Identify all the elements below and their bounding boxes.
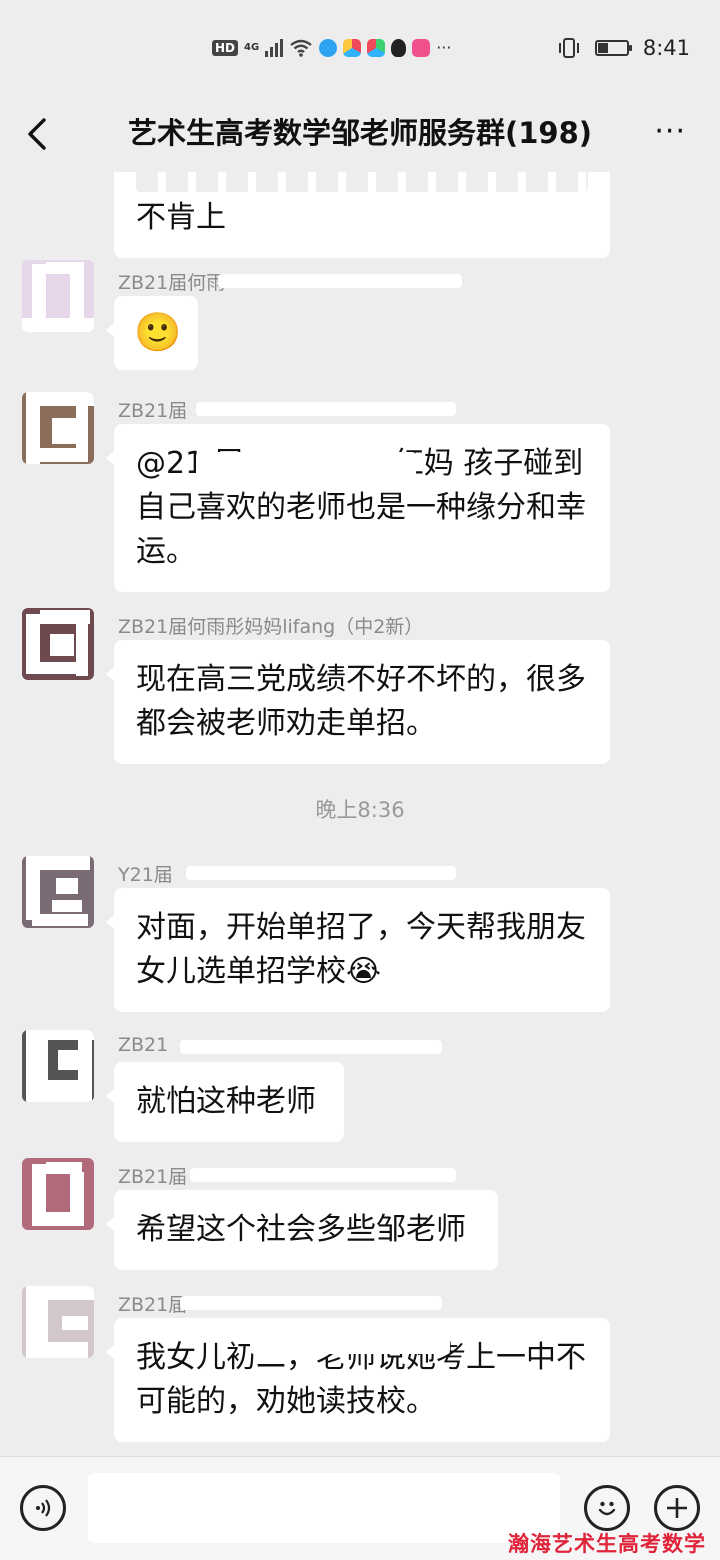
redaction xyxy=(180,1040,442,1054)
sender-name: Y21届 xyxy=(118,864,173,886)
watermark: 瀚海艺术生高考数学 xyxy=(508,1531,706,1556)
avatar[interactable] xyxy=(22,260,94,332)
message-text: 现在高三党成绩不好不坏的，很多都会被老师劝走单招。 xyxy=(136,662,586,741)
status-icons-right: 8:41 xyxy=(557,36,690,60)
sender-name: ZB21届何雨彤妈妈lifang（中2新） xyxy=(118,616,424,638)
vibrate-icon xyxy=(558,38,579,58)
message-text: 对面，开始单招了，今天帮我朋友女儿选单招学校😭 xyxy=(136,910,586,989)
message-input[interactable] xyxy=(88,1473,560,1543)
avatar[interactable] xyxy=(22,392,94,464)
voice-icon[interactable] xyxy=(20,1485,66,1531)
battery-icon xyxy=(594,40,632,56)
status-bar: HD 4G ··· 8:41 xyxy=(0,0,720,100)
message-text: 不肯上 xyxy=(136,200,226,235)
timestamp: 晚上8:36 xyxy=(315,798,405,822)
message-bubble[interactable]: 现在高三党成绩不好不坏的，很多都会被老师劝走单招。 xyxy=(106,640,610,764)
message-bubble[interactable]: 对面，开始单招了，今天帮我朋友女儿选单招学校😭 xyxy=(106,888,610,1012)
more-options-icon[interactable]: ··· xyxy=(654,114,686,149)
qq-icon xyxy=(391,38,407,57)
redaction xyxy=(250,1334,450,1354)
sender-name: ZB21届何雨 xyxy=(118,272,226,294)
sender-name: ZB21届 xyxy=(118,1166,188,1188)
app-notification-icon xyxy=(343,38,362,57)
more-notifications-icon: ··· xyxy=(436,38,452,57)
network-type: 4G xyxy=(244,41,260,53)
sender-name: ZB21届 xyxy=(118,400,188,422)
message-text: 就怕这种老师 xyxy=(136,1084,316,1119)
plus-icon[interactable] xyxy=(654,1485,700,1531)
emoji-smile-icon: 🙂 xyxy=(134,310,182,354)
sender-name: ZB21 xyxy=(118,1034,169,1056)
app-notification-icon xyxy=(367,38,386,57)
redaction xyxy=(190,1168,456,1182)
app-notification-icon xyxy=(412,38,431,57)
chat-title: 艺术生高考数学邹老师服务群(198) xyxy=(127,116,593,150)
message-bubble[interactable]: 希望这个社会多些邹老师 xyxy=(106,1190,498,1270)
redaction xyxy=(196,452,416,482)
wifi-icon xyxy=(290,39,312,57)
avatar[interactable] xyxy=(22,856,94,928)
clock: 8:41 xyxy=(642,36,690,60)
hd-badge: HD xyxy=(212,39,239,56)
avatar[interactable] xyxy=(22,1286,94,1358)
message-bubble[interactable]: 🙂 xyxy=(106,296,198,370)
redacted-text xyxy=(136,172,588,192)
status-icons-left: HD 4G ··· xyxy=(212,38,451,57)
app-notification-icon xyxy=(319,38,338,57)
message-bubble[interactable]: @21 届 红妈 孩子碰到自己喜欢的老师也是一种缘分和幸运。 xyxy=(106,424,610,592)
avatar[interactable] xyxy=(22,1030,94,1102)
title-bar: 艺术生高考数学邹老师服务群(198) ··· xyxy=(0,100,720,172)
avatar[interactable] xyxy=(22,1158,94,1230)
message-bubble[interactable]: 就怕这种老师 xyxy=(106,1062,344,1142)
chat-area[interactable]: 不肯上 ZB21届何雨 🙂 ZB21届 @21 届 红妈 孩子碰到自己喜欢的老师… xyxy=(0,172,720,1456)
message-bubble[interactable]: 不肯上 xyxy=(114,172,610,258)
emoji-icon[interactable] xyxy=(584,1485,630,1531)
redaction xyxy=(218,274,462,288)
redaction xyxy=(186,866,456,880)
redaction xyxy=(180,1296,442,1310)
message-text: 希望这个社会多些邹老师 xyxy=(136,1212,466,1247)
avatar[interactable] xyxy=(22,608,94,680)
signal-icon xyxy=(265,38,284,57)
back-icon[interactable] xyxy=(22,116,58,152)
sender-name: ZB21届 xyxy=(118,1294,188,1316)
redaction xyxy=(196,402,456,416)
